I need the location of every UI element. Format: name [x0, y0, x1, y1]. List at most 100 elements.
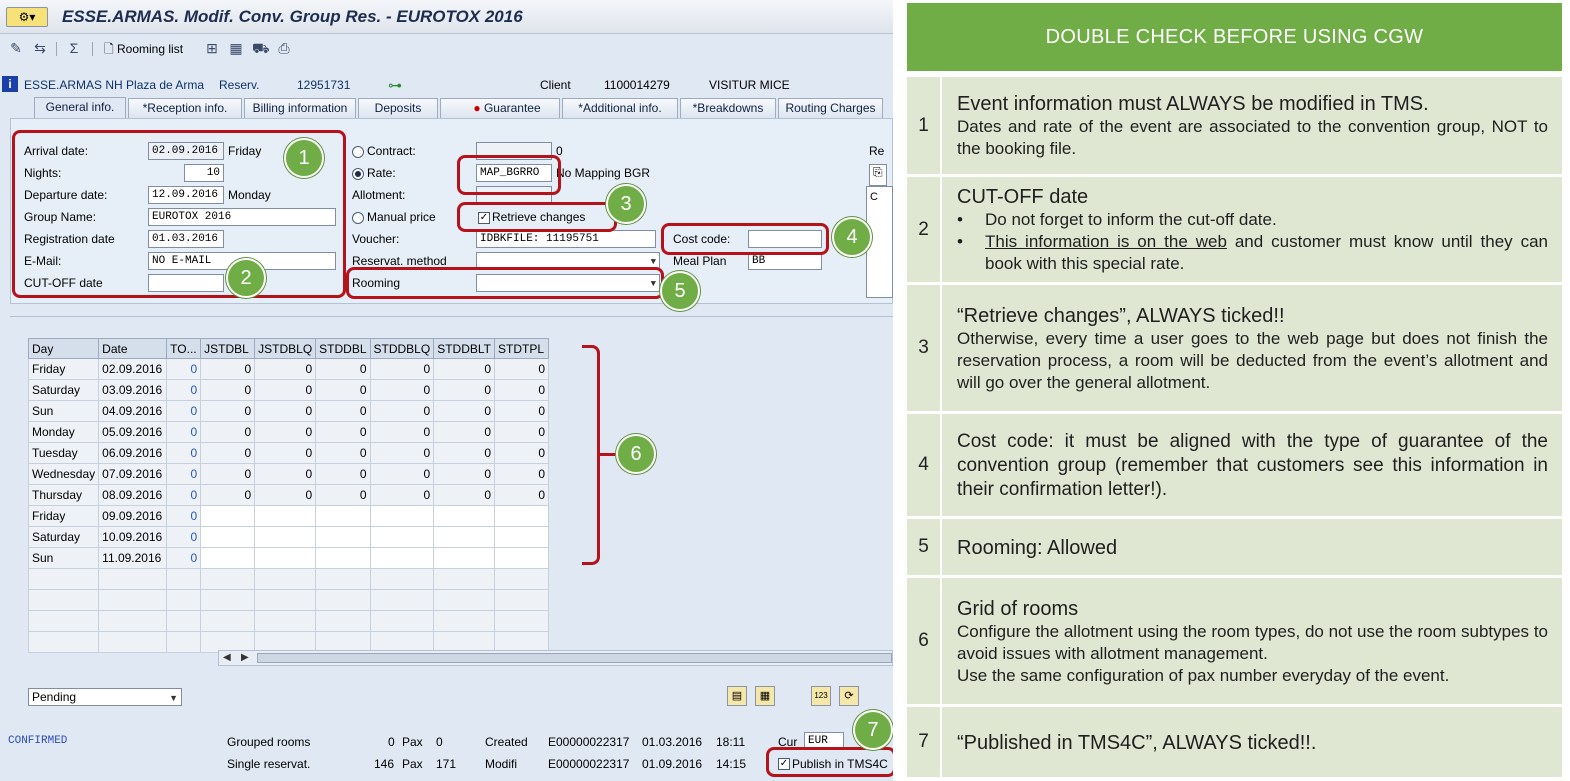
table-row[interactable]: Saturday 03.09.2016 0 0 0 0 0 0 0: [27, 379, 549, 401]
grid-cell[interactable]: Tuesday: [27, 442, 100, 464]
grid-cell[interactable]: 0: [315, 379, 371, 401]
grid-cell[interactable]: [433, 547, 495, 569]
grid-cell[interactable]: [254, 610, 317, 632]
table-row[interactable]: Tuesday 06.09.2016 0 0 0 0 0 0 0: [27, 442, 549, 464]
grid-cell[interactable]: [200, 547, 256, 569]
table-row[interactable]: [27, 589, 549, 611]
grid-cell[interactable]: 0: [200, 358, 256, 380]
grid-cell[interactable]: 0: [200, 379, 256, 401]
grid-cell[interactable]: Thursday: [27, 484, 100, 506]
grid-cell[interactable]: [494, 505, 549, 527]
scroll-right-icon[interactable]: ▶: [241, 652, 249, 663]
grid-cell[interactable]: 0: [166, 505, 202, 527]
grid-cell[interactable]: 0: [494, 463, 549, 485]
tab-billing-information[interactable]: Billing information: [244, 98, 356, 118]
room-grid[interactable]: Day Date TO... JSTDBL JSTDBLQ STDDBL STDDBLQ ST…: [27, 338, 549, 653]
manual-price-radio[interactable]: [352, 212, 364, 224]
grid-cell[interactable]: [494, 589, 549, 611]
grid-cell[interactable]: 11.09.2016: [98, 547, 168, 569]
tab-routing-charges[interactable]: Routing Charges: [778, 98, 883, 118]
grid-cell[interactable]: 0: [166, 358, 202, 380]
table-row[interactable]: Sun 11.09.2016 0: [27, 547, 549, 569]
grid-cell[interactable]: [315, 505, 371, 527]
print-icon[interactable]: ⎙: [276, 40, 292, 56]
tab-breakdowns[interactable]: *Breakdowns: [680, 98, 776, 118]
grid-cell[interactable]: 0: [254, 379, 317, 401]
grid-cell[interactable]: Friday: [27, 505, 100, 527]
grid-cell[interactable]: [98, 568, 168, 590]
grid-cell[interactable]: 0: [200, 484, 256, 506]
table-row[interactable]: Friday 02.09.2016 0 0 0 0 0 0 0: [27, 358, 549, 380]
grid-column-header[interactable]: STDDBLT: [433, 338, 495, 359]
rooming-list-button[interactable]: 🗋 Rooming list: [104, 40, 183, 58]
grid-cell[interactable]: [369, 568, 435, 590]
grid-cell[interactable]: Monday: [27, 421, 100, 443]
grid-cell[interactable]: [254, 568, 317, 590]
grid-cell[interactable]: 0: [369, 484, 435, 506]
grid-cell[interactable]: 0: [315, 400, 371, 422]
system-menu-icon[interactable]: ⚙▾: [6, 7, 48, 27]
grid-cell[interactable]: 0: [433, 379, 495, 401]
grid-cell[interactable]: 0: [494, 421, 549, 443]
grid-cell[interactable]: [98, 610, 168, 632]
grid-cell[interactable]: 0: [315, 358, 371, 380]
grid-column-header[interactable]: TO...: [166, 338, 202, 359]
grid-cell[interactable]: [494, 526, 549, 548]
refresh-icon[interactable]: ⟳: [839, 686, 859, 706]
grid-cell[interactable]: 0: [369, 379, 435, 401]
grid-cell[interactable]: [433, 505, 495, 527]
grid-cell[interactable]: [200, 505, 256, 527]
grid-cell[interactable]: 0: [494, 442, 549, 464]
grid-cell[interactable]: 0: [166, 400, 202, 422]
grid-cell[interactable]: 0: [369, 421, 435, 443]
grid-cell[interactable]: Sun: [27, 400, 100, 422]
grid-cell[interactable]: 09.09.2016: [98, 505, 168, 527]
grid-cell[interactable]: [27, 631, 100, 653]
scrollbar-thumb[interactable]: [257, 653, 892, 663]
grid-cell[interactable]: 0: [166, 421, 202, 443]
grid-cell[interactable]: [166, 610, 202, 632]
edit-icon[interactable]: ✎: [8, 40, 24, 56]
grid-cell[interactable]: 0: [200, 400, 256, 422]
contract-radio[interactable]: [352, 146, 364, 158]
grid-cell[interactable]: [369, 610, 435, 632]
grid-cell[interactable]: 0: [254, 442, 317, 464]
grid-cell[interactable]: 0: [494, 400, 549, 422]
grid-cell[interactable]: [200, 610, 256, 632]
grid-cell[interactable]: 05.09.2016: [98, 421, 168, 443]
grid-cell[interactable]: [369, 589, 435, 611]
grid-cell[interactable]: 0: [433, 358, 495, 380]
tab-deposits[interactable]: Deposits: [358, 98, 438, 118]
grid-cell[interactable]: [98, 589, 168, 611]
grid-cell[interactable]: [254, 526, 317, 548]
grid-cell[interactable]: [369, 547, 435, 569]
grid-cell[interactable]: 0: [315, 421, 371, 443]
grid-cell[interactable]: 0: [315, 442, 371, 464]
grid-cell[interactable]: [27, 610, 100, 632]
grid-cell[interactable]: 08.09.2016: [98, 484, 168, 506]
grid-column-header[interactable]: STDDBLQ: [369, 338, 435, 359]
numbering-icon[interactable]: 123: [811, 686, 831, 706]
grid-cell[interactable]: 0: [494, 379, 549, 401]
table-row[interactable]: Wednesday 07.09.2016 0 0 0 0 0 0 0: [27, 463, 549, 485]
grid-cell[interactable]: 0: [200, 442, 256, 464]
grid-cell[interactable]: 0: [254, 484, 317, 506]
grid-column-header[interactable]: JSTDBL: [200, 338, 256, 359]
grid-cell[interactable]: [200, 526, 256, 548]
grid-cell[interactable]: [166, 631, 202, 653]
horizontal-scrollbar[interactable]: ◀ ▶: [218, 650, 893, 666]
status-select[interactable]: Pending: [28, 688, 182, 706]
table-row[interactable]: Saturday 10.09.2016 0: [27, 526, 549, 548]
grid-cell[interactable]: Sun: [27, 547, 100, 569]
grid-cell[interactable]: 0: [200, 463, 256, 485]
grid-cell[interactable]: [27, 589, 100, 611]
grid-cell[interactable]: [433, 610, 495, 632]
grid-cell[interactable]: 07.09.2016: [98, 463, 168, 485]
grid-column-header[interactable]: Date: [98, 338, 168, 359]
grid-cell[interactable]: 04.09.2016: [98, 400, 168, 422]
grid-cell[interactable]: [200, 568, 256, 590]
grid-cell[interactable]: [315, 589, 371, 611]
grid-cell[interactable]: [433, 568, 495, 590]
side-icon[interactable]: ⎘: [869, 164, 887, 186]
grid-cell[interactable]: [494, 568, 549, 590]
